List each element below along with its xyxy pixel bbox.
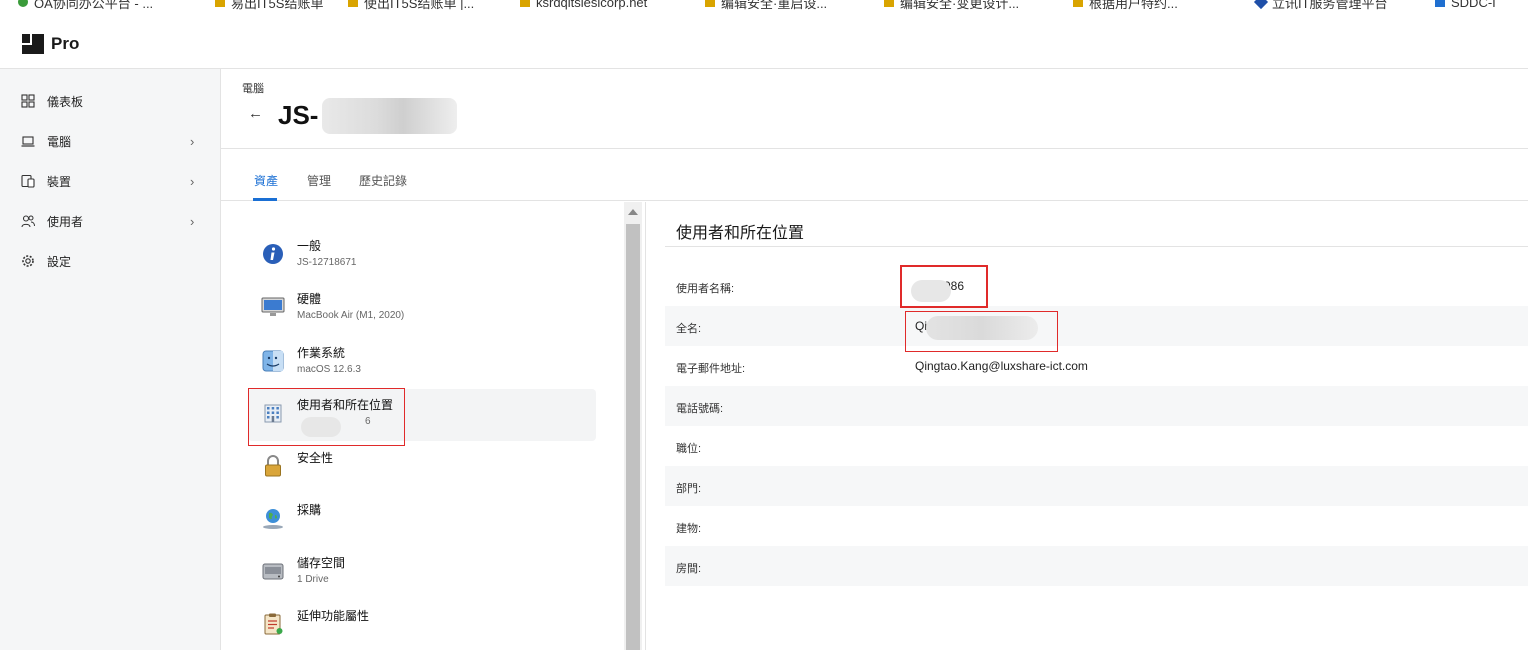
info-icon (263, 244, 283, 264)
category-storage[interactable]: 儲存空間 1 Drive (248, 547, 596, 599)
bookmark-item[interactable]: 编辑安全·重启设... (705, 0, 827, 10)
lock-icon (265, 455, 281, 477)
sidebar: 儀表板 電腦 › 裝置 › 使用者 › 設定 (0, 69, 221, 650)
bookmark-icon (1435, 0, 1445, 7)
gear-icon (22, 255, 34, 267)
sidebar-item-users[interactable]: 使用者 › (0, 203, 220, 239)
detail-row-position: 職位: (665, 426, 1528, 466)
category-hardware[interactable]: 硬體 MacBook Air (M1, 2020) (248, 283, 596, 335)
row-label: 職位: (676, 443, 702, 455)
category-purchasing[interactable]: 採購 (248, 494, 596, 546)
bookmarks-bar: OA协同办公平台 - ... 易出IT5S结账单 使出IT5S结账单 |... … (0, 0, 1528, 10)
category-security[interactable]: 安全性 (248, 442, 596, 494)
back-arrow-icon[interactable]: ← (248, 105, 263, 122)
tab-management[interactable]: 管理 (307, 172, 331, 189)
chevron-right-icon: › (190, 173, 195, 189)
chevron-right-icon: › (190, 213, 195, 229)
detail-row-room: 房間: (665, 546, 1528, 586)
sidebar-item-settings[interactable]: 設定 (0, 243, 220, 279)
users-icon (21, 215, 35, 228)
bookmark-item[interactable]: 使出IT5S结账单 |... (348, 0, 474, 10)
breadcrumb[interactable]: 電腦 (242, 80, 264, 96)
highlight-box (905, 311, 1058, 352)
bookmark-icon (348, 0, 358, 7)
bookmark-icon (1073, 0, 1083, 7)
bookmark-icon (215, 0, 225, 7)
tab-history[interactable]: 歷史記錄 (359, 172, 407, 189)
drive-icon (262, 563, 284, 580)
bookmark-icon (1253, 0, 1269, 10)
category-os[interactable]: 作業系統 macOS 12.6.3 (248, 337, 596, 389)
laptop-icon (21, 136, 35, 147)
bookmark-item[interactable]: 编辑安全·变更设计... (884, 0, 1019, 10)
dashboard-icon (21, 94, 35, 108)
scrollbar-thumb[interactable] (626, 224, 640, 650)
highlight-box (248, 388, 405, 446)
brand-name: Pro (51, 34, 80, 53)
bookmark-item[interactable]: ksrdqitsiesicorp.net (520, 0, 647, 10)
bookmark-item[interactable]: 立讯IT服务管理平台 (1253, 0, 1388, 10)
chevron-right-icon: › (190, 133, 195, 149)
row-label: 建物: (676, 523, 702, 535)
devices-icon (21, 174, 35, 188)
finder-icon (262, 350, 284, 372)
sidebar-item-label: 裝置 (47, 174, 72, 189)
sidebar-item-devices[interactable]: 裝置 › (0, 163, 220, 199)
sidebar-item-label: 使用者 (47, 214, 84, 229)
bookmark-icon (520, 0, 530, 7)
bookmark-item[interactable]: OA协同办公平台 - ... (18, 0, 153, 10)
sidebar-item-label: 設定 (47, 254, 72, 269)
detail-row-username: 使用者名稱: 986 (665, 266, 1528, 306)
redacted-title-blur (322, 98, 457, 134)
detail-row-fullname: 全名: Qin (665, 306, 1528, 346)
category-extension-attributes[interactable]: 延伸功能屬性 (248, 600, 596, 652)
active-tab-indicator (253, 198, 277, 201)
bookmark-item[interactable]: 易出IT5S结账单 (215, 0, 323, 10)
brand-logo-icon[interactable] (22, 34, 44, 54)
row-label: 電話號碼: (676, 403, 724, 415)
row-label: 使用者名稱: (676, 283, 735, 295)
bookmark-item[interactable]: 根据用户特约... (1073, 0, 1178, 10)
clipboard-icon (264, 613, 283, 635)
tab-assets[interactable]: 資產 (254, 172, 278, 189)
row-label: 房間: (676, 563, 702, 575)
row-label: 部門: (676, 483, 702, 495)
category-general[interactable]: 一般 JS-12718671 (248, 230, 596, 282)
section-title: 使用者和所在位置 (676, 225, 805, 242)
monitor-icon (261, 297, 285, 316)
tab-bar: 資產 管理 歷史記錄 (221, 149, 1528, 201)
sidebar-item-label: 電腦 (47, 134, 72, 149)
detail-row-email: 電子郵件地址: Qingtao.Kang@luxshare-ict.com (665, 346, 1528, 386)
bookmark-icon (884, 0, 894, 7)
bookmark-icon (705, 0, 715, 7)
globe-icon (263, 509, 283, 529)
row-label: 全名: (676, 323, 702, 335)
page-title: JS- (278, 100, 319, 130)
row-label: 電子郵件地址: (676, 363, 746, 375)
scroll-up-icon[interactable] (628, 209, 638, 215)
row-value: Qingtao.Kang@luxshare-ict.com (915, 359, 1088, 373)
sidebar-item-label: 儀表板 (47, 94, 84, 109)
detail-row-department: 部門: (665, 466, 1528, 506)
detail-row-building: 建物: (665, 506, 1528, 546)
panel-divider (645, 202, 646, 650)
detail-row-phone: 電話號碼: (665, 386, 1528, 426)
bookmark-icon (18, 0, 28, 7)
bookmark-item[interactable]: SDDC-I (1435, 0, 1496, 10)
category-scrollbar[interactable] (624, 202, 642, 650)
sidebar-item-computers[interactable]: 電腦 › (0, 123, 220, 159)
section-divider (665, 246, 1528, 247)
sidebar-item-dashboard[interactable]: 儀表板 (0, 83, 220, 119)
app-header: Pro (0, 10, 1528, 69)
highlight-box (900, 265, 988, 308)
